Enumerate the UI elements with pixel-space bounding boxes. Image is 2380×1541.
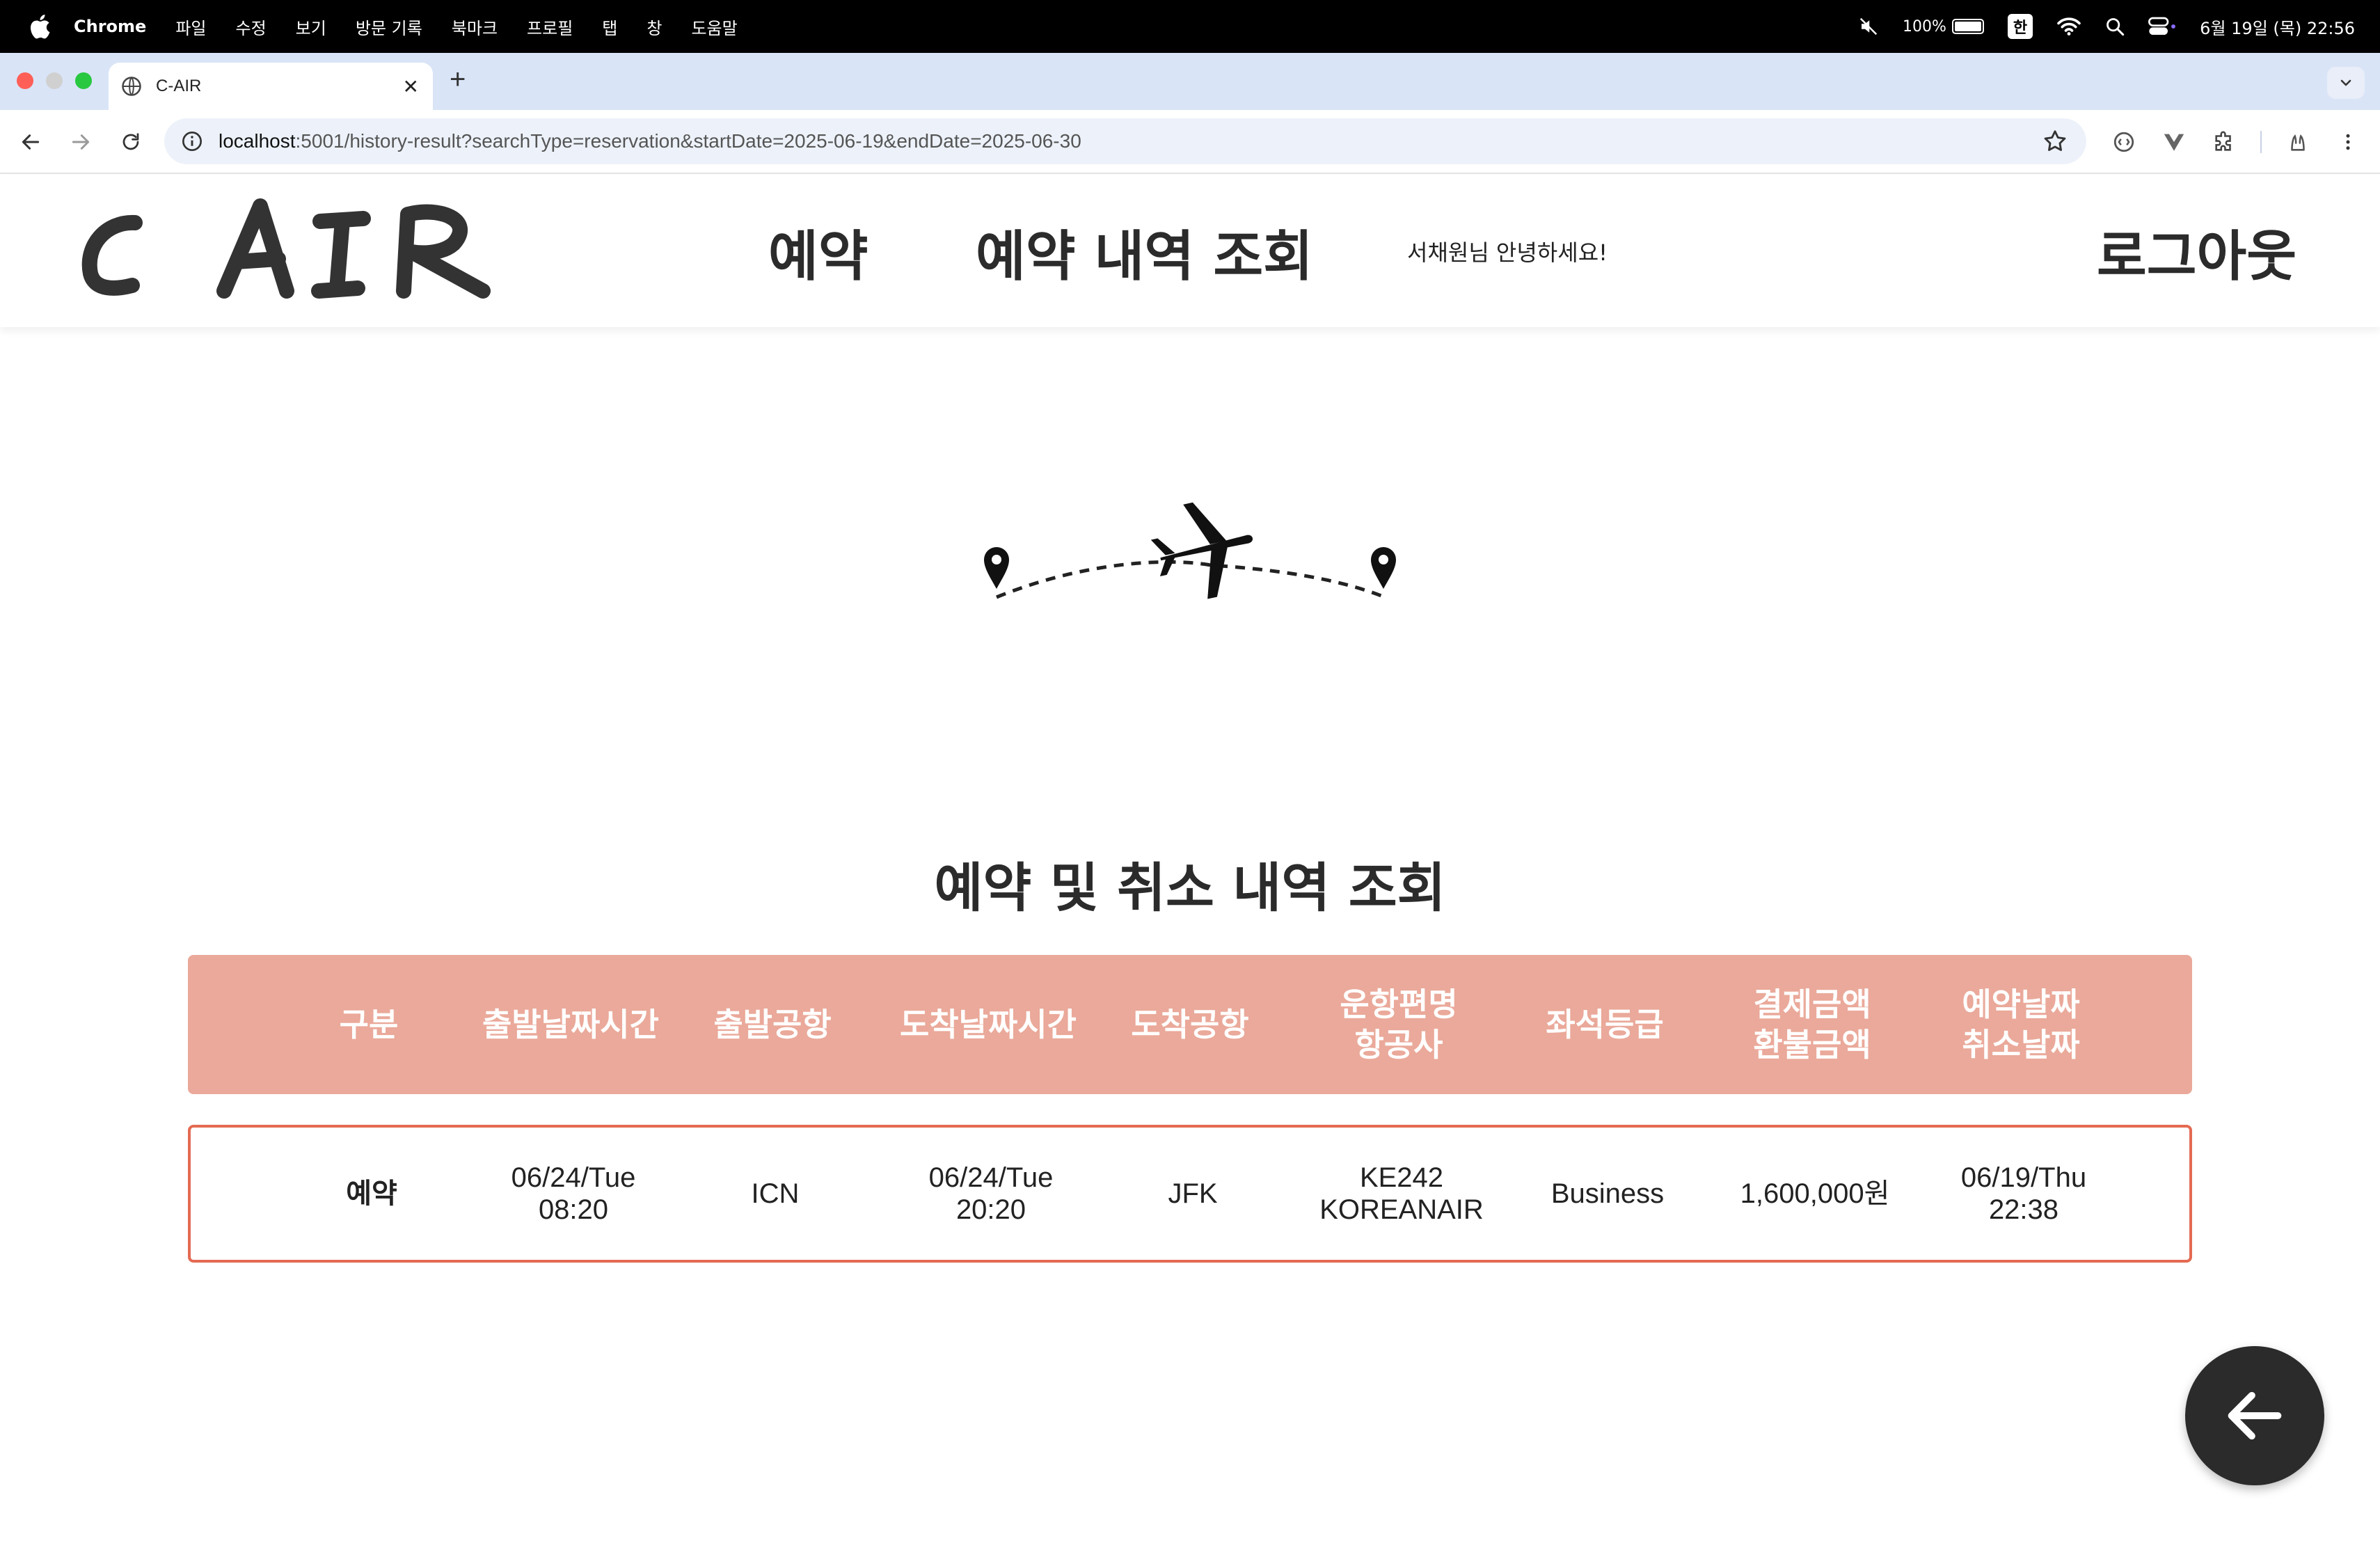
wifi-icon[interactable]: [2056, 17, 2081, 36]
column-header-type: 구분: [339, 1006, 399, 1043]
reserved-date: 06/19/Thu: [1960, 1162, 2087, 1193]
menu-profiles[interactable]: 프로필: [527, 15, 573, 39]
menu-view[interactable]: 보기: [296, 15, 326, 39]
app-menu-chrome[interactable]: Chrome: [74, 17, 146, 36]
puzzle-icon: [2215, 131, 2231, 151]
back-button[interactable]: [15, 127, 46, 157]
cell-departure-datetime: 06/24/Tue 08:20: [469, 1128, 678, 1260]
flight-number: KE242: [1359, 1162, 1444, 1193]
battery-icon: [1951, 19, 1984, 34]
page-title: 예약 및 취소 내역 조회: [934, 857, 1446, 919]
profile-icon: [2291, 134, 2305, 151]
cell-seat-class: Business: [1550, 1178, 1665, 1209]
departure-time: 08:20: [538, 1194, 609, 1225]
url-path: :5001/history-result?searchType=reservat…: [295, 130, 1081, 152]
toolbar-divider: [2260, 131, 2262, 153]
cell-flight-airline: KE242 KOREANAIR: [1304, 1128, 1499, 1260]
column-header-seat-class: 좌석등급: [1546, 1006, 1664, 1043]
airplane-icon: [1150, 502, 1253, 599]
arrival-date: 06/24/Tue: [928, 1162, 1054, 1193]
battery-status[interactable]: 100%: [1903, 18, 1984, 35]
menu-edit[interactable]: 수정: [235, 15, 266, 39]
column-header-payment-refund: 결제금액 환불금액: [1753, 986, 1871, 1064]
tab-search-button[interactable]: [2327, 67, 2365, 99]
extension-button-1[interactable]: [2109, 127, 2139, 157]
cell-payment-amount: 1,600,000원: [1740, 1178, 1890, 1209]
macos-menu-bar: Chrome 파일 수정 보기 방문 기록 북마크 프로필 탭 창 도움말 10…: [0, 0, 2380, 53]
chevron-down-icon: [2340, 79, 2351, 86]
reload-icon: [122, 133, 139, 150]
table-header: 구분 출발날짜시간 출발공항 도착날짜시간 도착공항 운항편명 항공사 좌석등급 …: [188, 955, 2192, 1094]
tab-title: C-AIR: [156, 77, 202, 95]
nav-reserve-link[interactable]: 예약: [768, 213, 868, 291]
apple-icon[interactable]: [26, 13, 51, 40]
battery-percent: 100%: [1903, 17, 1946, 35]
departure-date: 06/24/Tue: [511, 1162, 636, 1193]
menu-file[interactable]: 파일: [175, 15, 206, 39]
vue-devtools-icon: [2164, 134, 2184, 151]
tab-close-icon[interactable]: ✕: [403, 75, 419, 98]
user-greeting: 서채원님 안녕하세요!: [1407, 239, 1608, 266]
reload-button[interactable]: [116, 127, 146, 157]
column-header-arrival-datetime: 도착날짜시간: [900, 1006, 1077, 1043]
mute-icon[interactable]: [1858, 16, 1879, 37]
site-logo[interactable]: [78, 187, 495, 312]
column-header-departure-airport: 출발공항: [713, 1006, 832, 1043]
arrival-time: 20:20: [955, 1194, 1026, 1225]
extensions-menu-button[interactable]: [2209, 127, 2239, 157]
location-pin-icon: [1371, 547, 1396, 589]
flight-route-illustration: [984, 502, 1396, 599]
menu-tab[interactable]: 탭: [602, 15, 617, 39]
info-icon[interactable]: [181, 130, 203, 152]
nav-history-link[interactable]: 예약 내역 조회: [976, 213, 1313, 291]
menu-window[interactable]: 창: [646, 15, 662, 39]
new-tab-button[interactable]: +: [450, 64, 466, 95]
menu-history[interactable]: 방문 기록: [356, 15, 422, 39]
menu-bookmarks[interactable]: 북마크: [452, 15, 498, 39]
logout-link[interactable]: 로그아웃: [2097, 213, 2296, 291]
extension-button-2[interactable]: [2159, 127, 2189, 157]
menubar-status-area: 100% 한 6월 19일 (목) 22:56: [1858, 0, 2355, 53]
forward-button[interactable]: [65, 127, 96, 157]
globe-icon: [122, 77, 141, 96]
column-header-reserve-cancel-date: 예약날짜 취소날짜: [1962, 986, 2080, 1064]
arrow-left-icon: [2228, 1391, 2282, 1440]
star-icon[interactable]: [2042, 128, 2068, 155]
forward-arrow-icon: [72, 134, 90, 150]
cell-arrival-datetime: 06/24/Tue 20:20: [887, 1128, 1095, 1260]
airline-name: KOREANAIR: [1319, 1194, 1484, 1225]
search-icon[interactable]: [2105, 17, 2125, 36]
reserved-time: 22:38: [1988, 1194, 2059, 1225]
input-method-indicator[interactable]: 한: [2007, 14, 2033, 39]
extension-icon: [2113, 132, 2134, 152]
url-host: localhost: [219, 130, 296, 152]
profile-button[interactable]: [2283, 127, 2313, 157]
window-close-button[interactable]: [17, 72, 33, 89]
browser-tab-active[interactable]: C-AIR ✕: [109, 63, 433, 110]
location-pin-icon: [984, 547, 1009, 589]
browser-menu-button[interactable]: [2333, 127, 2363, 157]
cell-departure-airport: ICN: [751, 1178, 800, 1209]
back-arrow-icon: [22, 134, 40, 150]
table-row[interactable]: 예약 06/24/Tue 08:20 ICN 06/24/Tue 20:20 JFK…: [188, 1125, 2192, 1263]
window-zoom-button[interactable]: [75, 72, 92, 89]
back-floating-button[interactable]: [2185, 1346, 2324, 1485]
cell-arrival-airport: JFK: [1168, 1178, 1218, 1209]
column-header-flight-airline: 운항편명 항공사: [1340, 986, 1458, 1064]
menubar-datetime[interactable]: 6월 19일 (목) 22:56: [2200, 15, 2355, 39]
menu-dots-icon: [2346, 134, 2350, 150]
window-minimize-button[interactable]: [46, 72, 63, 89]
cell-type: 예약: [346, 1178, 397, 1210]
column-header-arrival-airport: 도착공항: [1131, 1006, 1249, 1043]
column-header-departure-datetime: 출발날짜시간: [482, 1006, 659, 1043]
address-bar[interactable]: localhost:5001/history-result?searchType…: [164, 118, 2086, 164]
menu-help[interactable]: 도움말: [691, 15, 737, 39]
cell-reserve-date: 06/19/Thu 22:38: [1933, 1128, 2114, 1260]
control-center-icon[interactable]: [2148, 17, 2176, 36]
